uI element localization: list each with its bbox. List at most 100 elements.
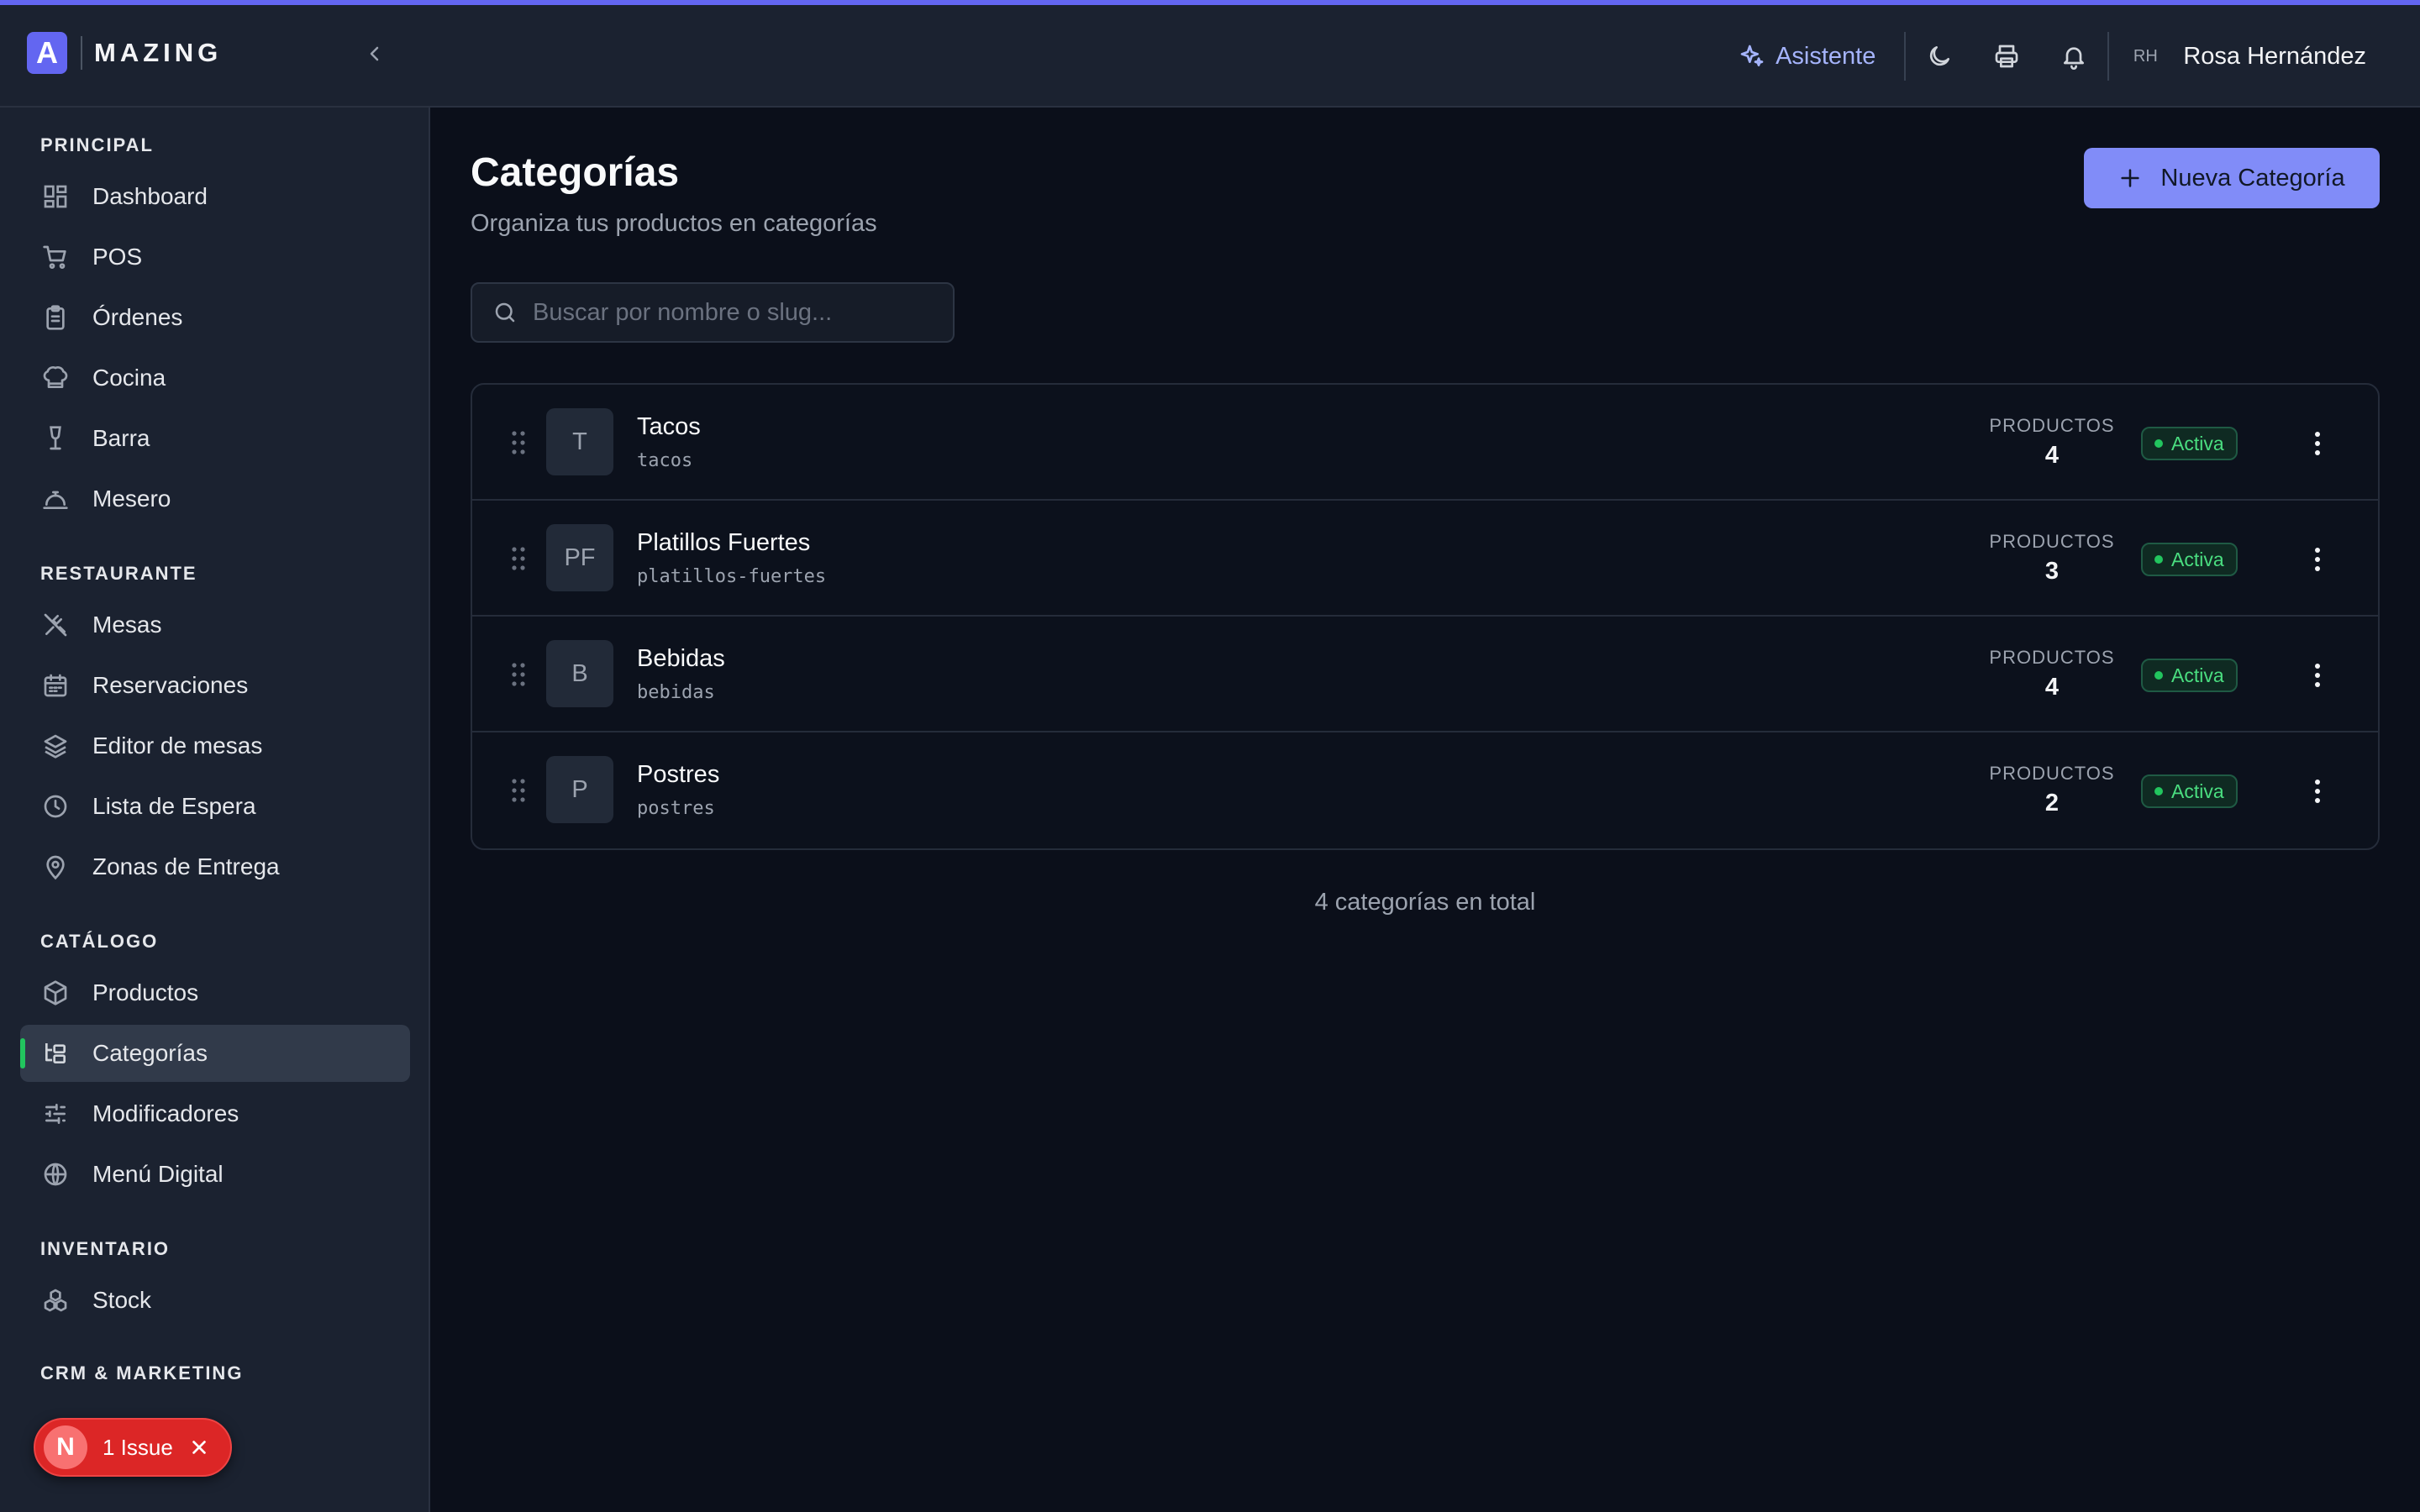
status-dot	[2154, 555, 2163, 564]
print-button[interactable]	[1973, 23, 2040, 90]
products-count: 4	[2044, 442, 2060, 469]
new-category-button[interactable]: Nueva Categoría	[2084, 148, 2380, 208]
category-name: Tacos	[637, 413, 701, 440]
category-avatar: PF	[546, 524, 613, 591]
table-row[interactable]: PF Platillos Fuertes platillos-fuertes P…	[472, 501, 2378, 617]
status-badge: Activa	[2141, 659, 2238, 692]
search-icon	[495, 302, 515, 323]
user-menu[interactable]: RH Rosa Hernández	[2109, 43, 2420, 71]
drag-handle-icon[interactable]	[511, 546, 526, 571]
sparkle-icon	[1740, 45, 1764, 66]
section-title-catalogo: CATÁLOGO	[40, 931, 159, 952]
search-input[interactable]	[533, 298, 936, 327]
sidebar-item-label: Zonas de Entrega	[92, 853, 280, 879]
folder-tree-icon	[40, 1038, 71, 1068]
chevron-left-icon	[370, 46, 379, 61]
map-pin-icon	[40, 852, 71, 882]
sidebar-item-categorias[interactable]: Categorías	[20, 1025, 410, 1082]
more-vertical-icon	[2315, 664, 2320, 687]
category-avatar: B	[546, 640, 613, 707]
user-name: Rosa Hernández	[2183, 42, 2366, 70]
sidebar-item-cocina[interactable]: Cocina	[20, 349, 410, 407]
globe-icon	[40, 1159, 71, 1189]
sliders-icon	[40, 1099, 71, 1129]
sidebar-item-label: Lista de Espera	[92, 793, 256, 819]
main-content: Categorías Organiza tus productos en cat…	[432, 108, 2420, 1512]
clipboard-icon	[40, 302, 71, 333]
sidebar-item-mesero[interactable]: Mesero	[20, 470, 410, 528]
products-label: PRODUCTOS	[1989, 647, 2115, 668]
products-label: PRODUCTOS	[1989, 415, 2115, 436]
status-badge: Activa	[2141, 774, 2238, 808]
section-title-crm: CRM & MARKETING	[40, 1362, 244, 1383]
moon-icon	[1930, 46, 1950, 66]
drag-handle-icon[interactable]	[511, 778, 526, 803]
dashboard-icon	[40, 181, 71, 212]
category-avatar: T	[546, 408, 613, 475]
sidebar-item-label: Categorías	[92, 1040, 208, 1066]
logo[interactable]: A MAZING	[27, 32, 222, 74]
collapse-sidebar-button[interactable]	[360, 39, 390, 69]
table-row[interactable]: T Tacos tacos PRODUCTOS 4 Activa	[472, 385, 2378, 501]
drag-handle-icon[interactable]	[511, 662, 526, 687]
more-options-button[interactable]	[2301, 427, 2334, 460]
cart-icon	[40, 242, 71, 272]
category-name: Platillos Fuertes	[637, 529, 811, 556]
sidebar-item-menu-digital[interactable]: Menú Digital	[20, 1146, 410, 1203]
search-box[interactable]	[471, 282, 955, 343]
drag-handle-icon[interactable]	[511, 430, 526, 455]
sidebar-item-ordenes[interactable]: Órdenes	[20, 289, 410, 346]
top-header: A MAZING Asistente RH Rosa Hernández	[0, 5, 2420, 108]
category-slug: postres	[637, 798, 715, 819]
status-label: Activa	[2171, 548, 2224, 570]
avatar: RH	[2133, 46, 2158, 66]
more-options-button[interactable]	[2301, 774, 2334, 808]
table-row[interactable]: B Bebidas bebidas PRODUCTOS 4 Activa	[472, 617, 2378, 732]
sidebar-item-label: Editor de mesas	[92, 732, 263, 759]
more-options-button[interactable]	[2301, 659, 2334, 692]
sidebar-item-zonas-entrega[interactable]: Zonas de Entrega	[20, 838, 410, 895]
category-slug: platillos-fuertes	[637, 566, 827, 587]
notifications-button[interactable]	[2040, 23, 2107, 90]
sidebar-item-mesas[interactable]: Mesas	[20, 596, 410, 654]
products-label: PRODUCTOS	[1989, 531, 2115, 552]
assistant-button[interactable]: Asistente	[1739, 43, 1904, 71]
sidebar-item-label: Mesero	[92, 486, 171, 512]
sidebar-item-barra[interactable]: Barra	[20, 410, 410, 467]
section-title-inventario: INVENTARIO	[40, 1238, 171, 1259]
sidebar-item-dashboard[interactable]: Dashboard	[20, 168, 410, 225]
page-title: Categorías	[471, 150, 680, 195]
status-label: Activa	[2171, 780, 2224, 802]
table-row[interactable]: P Postres postres PRODUCTOS 2 Activa	[472, 732, 2378, 848]
products-count: 3	[2044, 558, 2060, 585]
theme-toggle-button[interactable]	[1906, 23, 1973, 90]
new-category-label: Nueva Categoría	[2160, 164, 2345, 192]
chef-hat-icon	[40, 363, 71, 393]
sidebar-item-label: Menú Digital	[92, 1161, 224, 1187]
assistant-label: Asistente	[1776, 42, 1876, 70]
sidebar-item-pos[interactable]: POS	[20, 228, 410, 286]
more-vertical-icon	[2315, 780, 2320, 803]
calendar-icon	[40, 670, 71, 701]
status-badge: Activa	[2141, 543, 2238, 576]
status-badge: Activa	[2141, 427, 2238, 460]
sidebar-item-editor-mesas[interactable]: Editor de mesas	[20, 717, 410, 774]
issue-badge[interactable]: N 1 Issue	[34, 1418, 232, 1477]
more-options-button[interactable]	[2301, 543, 2334, 576]
service-bell-icon	[40, 484, 71, 514]
printer-icon	[1996, 45, 2018, 68]
boxes-icon	[40, 1285, 71, 1315]
sidebar: PRINCIPAL Dashboard POS Órdenes Cocina B…	[0, 108, 430, 1512]
sidebar-item-label: POS	[92, 244, 143, 270]
sidebar-item-reservaciones[interactable]: Reservaciones	[20, 657, 410, 714]
sidebar-item-label: Órdenes	[92, 304, 183, 330]
sidebar-item-lista-espera[interactable]: Lista de Espera	[20, 778, 410, 835]
status-dot	[2154, 439, 2163, 448]
sidebar-item-stock[interactable]: Stock	[20, 1272, 410, 1329]
close-icon[interactable]	[188, 1436, 210, 1458]
logo-divider	[81, 36, 82, 70]
sidebar-item-productos[interactable]: Productos	[20, 964, 410, 1021]
sidebar-item-modificadores[interactable]: Modificadores	[20, 1085, 410, 1142]
issue-label: 1 Issue	[103, 1434, 173, 1460]
plus-icon	[2121, 169, 2139, 187]
